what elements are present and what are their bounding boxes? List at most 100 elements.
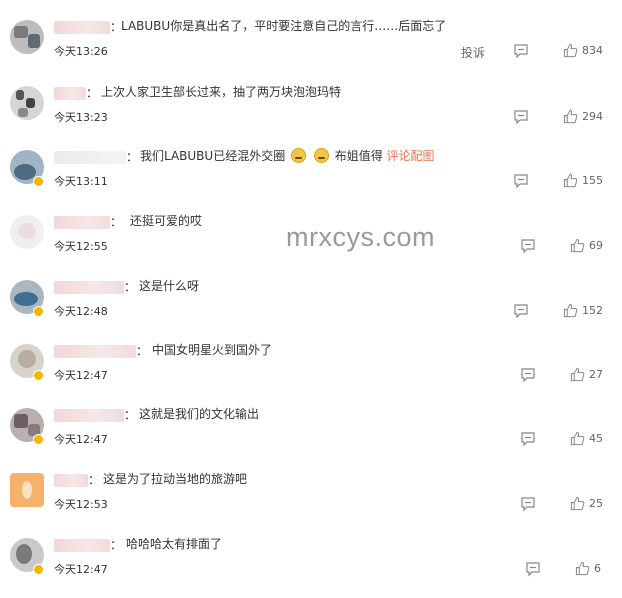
reply-button[interactable] [520,238,536,258]
like-button[interactable]: 45 [570,431,603,446]
like-button[interactable]: 152 [563,303,603,318]
crying-laugh-emoji-icon [313,148,329,163]
comment-text-part: 我们LABUBU已经混外交圈 [140,149,286,163]
verified-badge-icon [33,434,44,445]
name-colon: ： [110,538,123,552]
comment-icon [521,497,535,512]
comment-time: 今天12:48 [54,305,108,318]
like-button[interactable]: 6 [575,561,601,576]
comment-item: ： 哈哈哈太有排面了 今天12:47 6 [0,536,622,598]
username-blurred[interactable] [54,216,110,229]
like-button[interactable]: 834 [563,43,603,58]
comment-item: ： 这就是我们的文化输出 今天12:47 45 [0,406,622,468]
comment-text: 这是什么呀 [139,279,200,293]
comment-time: 今天12:47 [54,369,108,382]
like-count: 834 [582,44,603,57]
comment-time: 今天12:55 [54,240,108,253]
comment-item: ： 这是什么呀 今天12:48 152 [0,278,622,340]
comment-item: ： 这是为了拉动当地的旅游吧 今天12:53 25 [0,471,622,533]
comment-icon [521,239,535,254]
comment-text: 中国女明星火到国外了 [152,343,273,357]
like-count: 27 [589,368,603,381]
reply-button[interactable] [520,496,536,516]
avatar[interactable] [10,20,44,54]
like-button[interactable]: 155 [563,173,603,188]
comment-text: LABUBU你是真出名了，平时要注意自己的言行……后面忘了 [121,19,447,33]
comment-text: 哈哈哈太有排面了 [126,537,223,551]
thumbs-up-icon [563,173,578,188]
like-button[interactable]: 27 [570,367,603,382]
comment-item: ： 中国女明星火到国外了 今天12:47 27 [0,342,622,404]
comment-icon [514,304,528,319]
comment-time: 今天12:47 [54,433,108,446]
comment-time: 今天13:11 [54,175,108,188]
comment-text: 这就是我们的文化输出 [139,407,260,421]
crying-laugh-emoji-icon [291,148,307,163]
username-blurred[interactable] [54,151,126,164]
comment-text-part: 布姐值得 [334,149,383,163]
avatar[interactable] [10,215,44,249]
reply-button[interactable] [513,43,529,63]
comment-item: ： 我们LABUBU已经混外交圈 布姐值得 评论配图 今天13:11 155 [0,148,622,210]
comment-time: 今天13:26 [54,45,108,58]
username-blurred[interactable] [54,345,136,358]
verified-badge-icon [33,176,44,187]
username-blurred[interactable] [54,539,110,552]
reply-button[interactable] [520,367,536,387]
like-count: 25 [589,497,603,510]
name-colon: ： [136,344,149,358]
like-count: 69 [589,239,603,252]
like-count: 294 [582,110,603,123]
comment-icon [521,368,535,383]
thumbs-up-icon [570,367,585,382]
comment-text: 还挺可爱的哎 [130,214,203,228]
comment-icon [514,110,528,125]
like-button[interactable]: 25 [570,496,603,511]
avatar[interactable] [10,86,44,120]
comment-icon [526,562,540,577]
name-colon: ： [124,280,137,294]
thumbs-up-icon [563,303,578,318]
comment-item: ： 上次人家卫生部长过来，抽了两万块泡泡玛特 今天13:23 294 [0,84,622,146]
username-blurred[interactable] [54,87,86,100]
verified-badge-icon [33,306,44,317]
reply-button[interactable] [513,173,529,193]
like-count: 152 [582,304,603,317]
reply-button[interactable] [513,109,529,129]
like-count: 45 [589,432,603,445]
verified-badge-icon [33,564,44,575]
reply-button[interactable] [520,431,536,451]
comment-time: 今天12:47 [54,563,108,576]
reply-button[interactable] [525,561,541,581]
thumbs-up-icon [570,431,585,446]
comment-text: 我们LABUBU已经混外交圈 布姐值得 评论配图 [140,147,435,165]
name-colon: ： [86,86,99,100]
comment-time: 今天12:53 [54,498,108,511]
name-colon: ： [88,473,101,487]
name-colon: ： [110,215,123,229]
thumbs-up-icon [563,109,578,124]
comment-text: 这是为了拉动当地的旅游吧 [103,472,248,486]
name-colon: ： [124,408,137,422]
username-blurred[interactable] [54,409,124,422]
report-button[interactable]: 投诉 [461,44,485,61]
thumbs-up-icon [570,238,585,253]
like-button[interactable]: 69 [570,238,603,253]
comment-icon [514,44,528,59]
comment-list: ： LABUBU你是真出名了，平时要注意自己的言行……后面忘了 今天13:26 … [0,0,622,588]
username-blurred[interactable] [54,281,124,294]
comment-item: ： LABUBU你是真出名了，平时要注意自己的言行……后面忘了 今天13:26 … [0,18,622,80]
reply-button[interactable] [513,303,529,323]
username-blurred[interactable] [54,474,88,487]
like-count: 155 [582,174,603,187]
comment-icon [521,432,535,447]
thumbs-up-icon [575,561,590,576]
comment-text: 上次人家卫生部长过来，抽了两万块泡泡玛特 [101,85,342,99]
like-button[interactable]: 294 [563,109,603,124]
watermark: mrxcys.com [286,222,435,252]
name-colon: ： [126,150,139,164]
avatar[interactable] [10,473,44,507]
username-blurred[interactable] [54,21,110,34]
comment-icon [514,174,528,189]
view-image-link[interactable]: 评论配图 [387,149,435,163]
